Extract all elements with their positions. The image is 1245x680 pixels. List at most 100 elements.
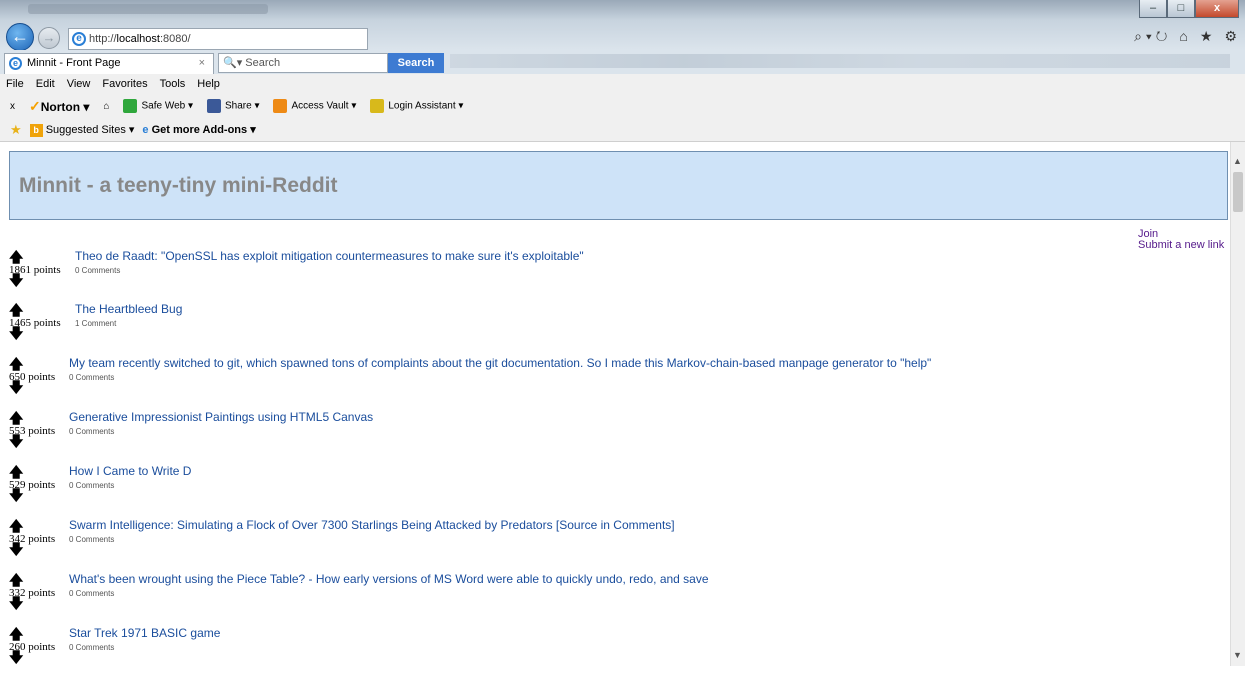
downvote-arrow-icon[interactable]: 🡇: [9, 328, 69, 342]
post-comments-link[interactable]: 0 Comments: [69, 373, 114, 382]
favorites-star-icon[interactable]: ★: [1200, 28, 1213, 45]
norton-toolbar: x ✓Norton ▾ ⌂ Safe Web ▾ Share ▾ Access …: [0, 94, 1245, 118]
vertical-scrollbar[interactable]: ▲ ▼: [1230, 142, 1245, 666]
window-controls: – □ x: [1139, 0, 1239, 18]
safe-web-button[interactable]: Safe Web ▾: [123, 99, 193, 113]
post-title-link[interactable]: Star Trek 1971 BASIC game: [69, 626, 220, 640]
url-prefix: http://: [89, 33, 117, 45]
tab-close-icon[interactable]: ×: [199, 54, 205, 73]
search-input[interactable]: 🔍▾ Search: [218, 53, 388, 73]
tab-title: Minnit - Front Page: [27, 57, 121, 69]
norton-check-icon: ✓: [29, 97, 41, 114]
vote-block: 🡅 529 points 🡇: [9, 467, 69, 504]
vote-block: 🡅 332 points 🡇: [9, 575, 69, 612]
post-title-link[interactable]: Generative Impressionist Paintings using…: [69, 410, 373, 424]
vault-icon: [273, 99, 288, 113]
submit-link[interactable]: Submit a new link: [1138, 240, 1224, 251]
window-caption: [28, 4, 268, 14]
address-bar[interactable]: e http://localhost:8080/: [68, 28, 368, 50]
post-title-link[interactable]: Theo de Raadt: "OpenSSL has exploit miti…: [75, 249, 584, 263]
login-assistant-button[interactable]: Login Assistant ▾: [370, 99, 463, 113]
post-comments-link[interactable]: 0 Comments: [69, 589, 114, 598]
scroll-thumb[interactable]: [1233, 172, 1243, 212]
downvote-arrow-icon[interactable]: 🡇: [9, 275, 69, 289]
close-window-button[interactable]: x: [1195, 0, 1239, 18]
post-title-link[interactable]: How I Came to Write D: [69, 464, 191, 478]
post-title-link[interactable]: What's been wrought using the Piece Tabl…: [69, 572, 709, 586]
home-icon[interactable]: ⌂: [1179, 28, 1187, 45]
share-label: Share ▾: [225, 100, 260, 112]
tab-ie-icon: e: [9, 57, 22, 70]
ie-page-icon: e: [72, 32, 86, 46]
post-comments-link[interactable]: 0 Comments: [75, 266, 120, 275]
post-row: 🡅 529 points 🡇 How I Came to Write D 0 Comme…: [0, 464, 1220, 518]
url-suffix: :8080/: [159, 33, 191, 45]
menu-help[interactable]: Help: [197, 74, 220, 94]
share-button[interactable]: Share ▾: [207, 99, 259, 113]
access-vault-label: Access Vault ▾: [291, 100, 357, 112]
login-assistant-icon: [370, 99, 385, 113]
search-placeholder: Search: [245, 57, 281, 69]
norton-brand-button[interactable]: ✓Norton ▾: [29, 98, 89, 115]
post-row: 🡅 650 points 🡇 My team recently switched to…: [0, 356, 1220, 410]
post-comments-link[interactable]: 1 Comment: [75, 319, 116, 328]
vote-block: 🡅 553 points 🡇: [9, 413, 69, 450]
browser-titlebar: – □ x ← → e http://localhost:8080/ ⌕ ▾ ↻…: [0, 0, 1245, 51]
blurred-tabs: [450, 54, 1230, 68]
vote-block: 🡅 1465 points 🡇: [9, 305, 69, 342]
post-comments-link[interactable]: 0 Comments: [69, 481, 114, 490]
norton-brand: Norton ▾: [40, 99, 90, 114]
norton-home-icon[interactable]: ⌂: [103, 101, 109, 112]
minimize-button[interactable]: –: [1139, 0, 1167, 18]
downvote-arrow-icon[interactable]: 🡇: [9, 382, 69, 396]
login-assistant-label: Login Assistant ▾: [388, 100, 464, 112]
maximize-button[interactable]: □: [1167, 0, 1195, 18]
safe-web-icon: [123, 99, 138, 113]
menu-view[interactable]: View: [67, 74, 91, 94]
search-refresh-icon[interactable]: ⌕ ▾ ↻: [1134, 28, 1167, 45]
side-links: Join Submit a new link: [1138, 229, 1224, 251]
menu-edit[interactable]: Edit: [36, 74, 55, 94]
search-icon: 🔍▾: [223, 57, 243, 69]
downvote-arrow-icon[interactable]: 🡇: [9, 490, 69, 504]
tab-row: e Minnit - Front Page × 🔍▾ Search Search: [0, 50, 1245, 74]
menu-file[interactable]: File: [6, 74, 24, 94]
post-comments-link[interactable]: 0 Comments: [69, 427, 114, 436]
post-row: 🡅 260 points 🡇 Star Trek 1971 BASIC game 0 C…: [0, 626, 1220, 680]
bing-icon: b: [29, 123, 43, 137]
norton-close-icon[interactable]: x: [10, 101, 15, 112]
browser-right-icons: ⌕ ▾ ↻ ⌂ ★ ⚙: [1134, 28, 1237, 45]
page-title: Minnit - a teeny-tiny mini-Reddit: [19, 174, 338, 197]
access-vault-button[interactable]: Access Vault ▾: [273, 99, 356, 113]
forward-button[interactable]: →: [38, 27, 60, 49]
post-title-link[interactable]: My team recently switched to git, which …: [69, 356, 931, 370]
safe-web-label: Safe Web ▾: [141, 100, 193, 112]
addons-button[interactable]: e Get more Add-ons ▾: [142, 123, 255, 136]
post-row: 🡅 553 points 🡇 Generative Impressionist Pai…: [0, 410, 1220, 464]
addons-icon: e: [142, 124, 149, 136]
tab-minnit[interactable]: e Minnit - Front Page ×: [4, 53, 214, 74]
menu-bar: File Edit View Favorites Tools Help: [0, 74, 1245, 94]
post-title-link[interactable]: Swarm Intelligence: Simulating a Flock o…: [69, 518, 675, 532]
addons-label: Get more Add-ons ▾: [151, 124, 256, 136]
favorites-icon[interactable]: ★: [10, 122, 22, 138]
downvote-arrow-icon[interactable]: 🡇: [9, 544, 69, 558]
menu-favorites[interactable]: Favorites: [102, 74, 147, 94]
search-button[interactable]: Search: [388, 53, 444, 73]
downvote-arrow-icon[interactable]: 🡇: [9, 436, 69, 450]
vote-block: 🡅 1861 points 🡇: [9, 252, 69, 289]
scroll-up-icon[interactable]: ▲: [1233, 156, 1242, 166]
downvote-arrow-icon[interactable]: 🡇: [9, 598, 69, 612]
gear-icon[interactable]: ⚙: [1224, 28, 1237, 45]
post-title-link[interactable]: The Heartbleed Bug: [75, 302, 182, 316]
post-comments-link[interactable]: 0 Comments: [69, 535, 114, 544]
suggested-sites-button[interactable]: b Suggested Sites ▾: [29, 123, 134, 137]
downvote-arrow-icon[interactable]: 🡇: [9, 652, 69, 666]
url-host: localhost: [116, 33, 160, 45]
post-row: 🡅 1465 points 🡇 The Heartbleed Bug 1 Comment: [0, 302, 1220, 356]
back-button[interactable]: ←: [6, 23, 34, 51]
menu-tools[interactable]: Tools: [160, 74, 186, 94]
scroll-down-icon[interactable]: ▼: [1233, 650, 1242, 660]
post-comments-link[interactable]: 0 Comments: [69, 643, 114, 652]
vote-block: 🡅 260 points 🡇: [9, 629, 69, 666]
